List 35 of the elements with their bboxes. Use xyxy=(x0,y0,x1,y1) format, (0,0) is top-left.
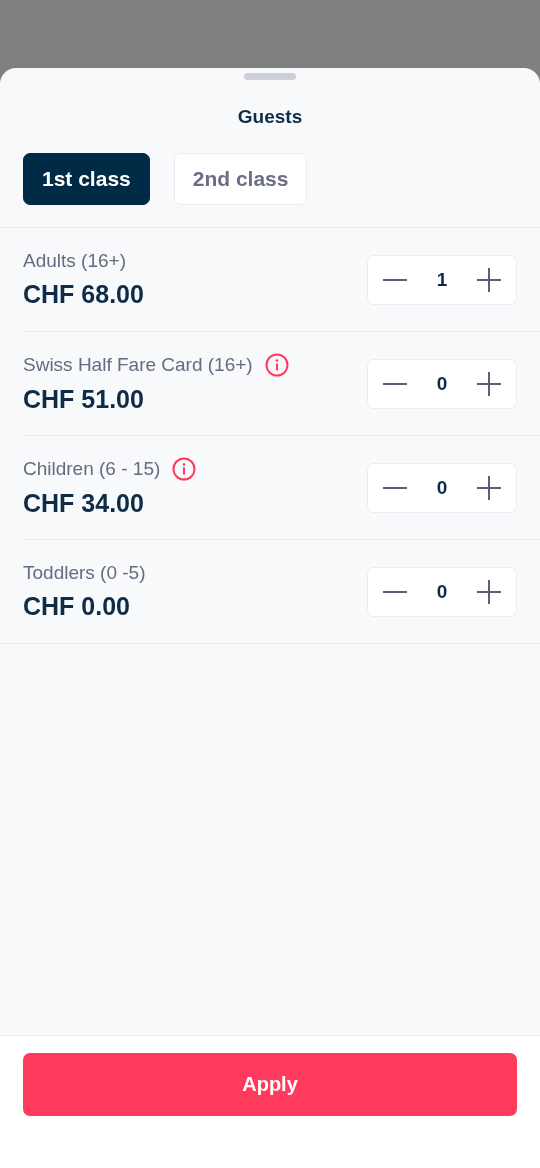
plus-button[interactable] xyxy=(476,266,502,293)
passenger-type: Toddlers (0 -5) xyxy=(23,562,146,584)
passenger-type: Children (6 - 15) xyxy=(23,458,161,480)
plus-button[interactable] xyxy=(476,370,502,397)
minus-icon xyxy=(382,278,408,281)
quantity-value: 0 xyxy=(436,476,448,499)
quantity-value: 1 xyxy=(436,268,448,291)
minus-icon xyxy=(382,382,408,385)
price: CHF 0.00 xyxy=(23,592,131,621)
class-tab[interactable]: 2nd class xyxy=(173,153,308,205)
plus-icon xyxy=(476,578,502,605)
minus-button[interactable] xyxy=(382,590,408,593)
minus-button[interactable] xyxy=(382,382,408,385)
plus-button[interactable] xyxy=(476,474,502,501)
plus-button[interactable] xyxy=(476,578,502,605)
price: CHF 34.00 xyxy=(23,489,145,518)
minus-button[interactable] xyxy=(382,278,408,281)
minus-icon xyxy=(382,590,408,593)
plus-icon xyxy=(476,266,502,293)
passenger-type: Adults (16+) xyxy=(23,250,126,272)
plus-icon xyxy=(476,370,502,397)
info-icon[interactable] xyxy=(264,353,289,377)
minus-icon xyxy=(382,486,408,489)
price: CHF 68.00 xyxy=(23,280,144,309)
sheet-title: Guests xyxy=(236,106,304,128)
minus-button[interactable] xyxy=(382,486,408,489)
quantity-value: 0 xyxy=(436,372,448,395)
info-icon[interactable] xyxy=(172,457,197,481)
drag-handle[interactable] xyxy=(244,73,296,80)
price: CHF 51.00 xyxy=(23,385,145,414)
class-tab[interactable]: 1st class xyxy=(23,153,150,205)
plus-icon xyxy=(476,474,502,501)
passenger-type: Swiss Half Fare Card (16+) xyxy=(23,354,253,376)
apply-button[interactable]: Apply xyxy=(23,1053,517,1116)
quantity-value: 0 xyxy=(436,580,448,603)
